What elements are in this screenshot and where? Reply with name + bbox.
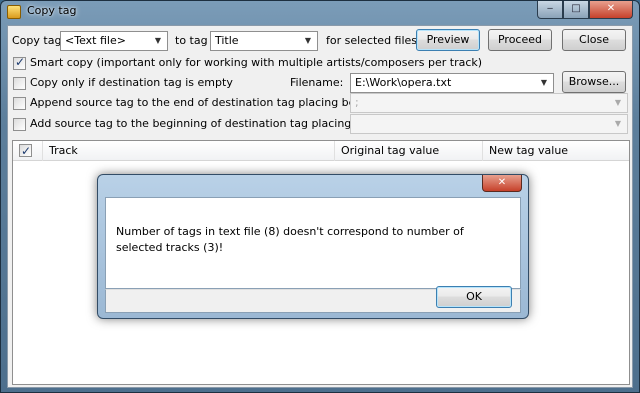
source-tag-value: <Text file> (65, 34, 126, 47)
table-header: ✓ Track Original tag value New tag value (13, 141, 629, 161)
ok-button[interactable]: OK (436, 286, 512, 308)
select-all-column: ✓ (13, 141, 43, 161)
prepend-separator-select[interactable]: ▼ (350, 114, 628, 134)
browse-button[interactable]: Browse... (562, 71, 626, 93)
dialog-message: Number of tags in text file (8) doesn't … (116, 225, 464, 254)
checkmark-icon: ✓ (21, 144, 32, 158)
to-tag-label: to tag (175, 34, 208, 47)
close-button[interactable]: Close (562, 29, 626, 51)
smart-copy-checkbox[interactable]: ✓ (13, 55, 26, 70)
proceed-button[interactable]: Proceed (488, 29, 552, 51)
dialog-close-button[interactable]: ✕ (482, 175, 522, 192)
filename-value: E:\Work\opera.txt (355, 76, 452, 89)
message-dialog: ✕ Number of tags in text file (8) doesn'… (97, 174, 529, 319)
dest-tag-select[interactable]: Title ▼ (210, 31, 318, 51)
smart-copy-label: Smart copy (important only for working w… (30, 56, 483, 69)
new-value-column-header[interactable]: New tag value (483, 141, 629, 161)
caption-buttons: ‒ □ ✕ (537, 1, 633, 19)
copy-if-empty-label: Copy only if destination tag is empty (30, 76, 233, 89)
prepend-checkbox[interactable] (13, 118, 26, 131)
append-separator-select[interactable]: ; ▼ (350, 93, 628, 113)
chevron-down-icon: ▼ (614, 119, 622, 128)
track-column-header[interactable]: Track (43, 141, 335, 161)
preview-button[interactable]: Preview (416, 29, 480, 51)
copy-tag-icon (7, 5, 21, 19)
original-value-column-header[interactable]: Original tag value (335, 141, 483, 161)
dest-tag-value: Title (215, 34, 239, 47)
maximize-button[interactable]: □ (563, 1, 589, 19)
filename-select[interactable]: E:\Work\opera.txt ▼ (350, 73, 554, 93)
chevron-down-icon: ▼ (154, 36, 162, 45)
source-tag-select[interactable]: <Text file> ▼ (60, 31, 168, 51)
append-separator-value: ; (355, 96, 359, 109)
select-all-checkbox[interactable]: ✓ (19, 144, 32, 158)
chevron-down-icon: ▼ (614, 98, 622, 107)
filename-label: Filename: (290, 76, 344, 89)
chevron-down-icon: ▼ (540, 78, 548, 87)
append-checkbox[interactable] (13, 97, 26, 110)
chevron-down-icon: ▼ (304, 36, 312, 45)
minimize-button[interactable]: ‒ (537, 1, 563, 19)
checkmark-icon: ✓ (15, 55, 26, 69)
for-selected-files-label: for selected files (326, 34, 418, 47)
copy-if-empty-checkbox[interactable] (13, 77, 26, 90)
dialog-body: Number of tags in text file (8) doesn't … (105, 197, 521, 289)
titlebar[interactable]: Copy tag ‒ □ ✕ (1, 1, 639, 23)
window-title: Copy tag (27, 4, 77, 17)
window-close-button[interactable]: ✕ (589, 1, 633, 19)
copy-tag-label: Copy tag (12, 34, 62, 47)
